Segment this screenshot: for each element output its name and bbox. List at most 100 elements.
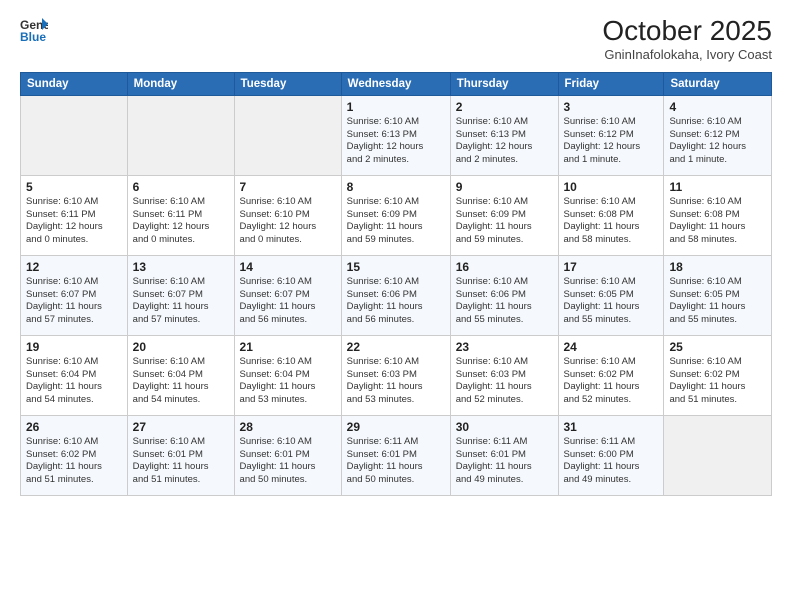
header-tuesday: Tuesday <box>234 72 341 95</box>
day-detail: Sunrise: 6:10 AMSunset: 6:02 PMDaylight:… <box>564 356 659 407</box>
header-friday: Friday <box>558 72 664 95</box>
day-detail: Sunrise: 6:10 AMSunset: 6:08 PMDaylight:… <box>669 196 766 247</box>
header-thursday: Thursday <box>450 72 558 95</box>
day-number: 20 <box>133 340 229 354</box>
day-number: 29 <box>347 420 445 434</box>
day-number: 17 <box>564 260 659 274</box>
day-detail: Sunrise: 6:10 AMSunset: 6:04 PMDaylight:… <box>133 356 229 407</box>
calendar-cell: 30 Sunrise: 6:11 AMSunset: 6:01 PMDayligh… <box>450 415 558 495</box>
day-detail: Sunrise: 6:10 AMSunset: 6:04 PMDaylight:… <box>26 356 122 407</box>
day-detail: Sunrise: 6:10 AMSunset: 6:05 PMDaylight:… <box>564 276 659 327</box>
day-number: 3 <box>564 100 659 114</box>
day-detail: Sunrise: 6:10 AMSunset: 6:09 PMDaylight:… <box>347 196 445 247</box>
day-number: 27 <box>133 420 229 434</box>
location-subtitle: GninInafolokaha, Ivory Coast <box>602 47 772 62</box>
day-detail: Sunrise: 6:10 AMSunset: 6:13 PMDaylight:… <box>456 116 553 167</box>
calendar-cell: 15Sunrise: 6:10 AMSunset: 6:06 PMDayligh… <box>341 255 450 335</box>
day-number: 10 <box>564 180 659 194</box>
day-detail: Sunrise: 6:11 AMSunset: 6:00 PMDaylight:… <box>564 436 659 487</box>
day-number: 21 <box>240 340 336 354</box>
calendar-week-4: 19 Sunrise: 6:10 AMSunset: 6:04 PMDayligh… <box>21 335 772 415</box>
calendar-header: Sunday Monday Tuesday Wednesday Thursday… <box>21 72 772 95</box>
calendar-body: 1 Sunrise: 6:10 AMSunset: 6:13 PMDaylight… <box>21 95 772 495</box>
header-saturday: Saturday <box>664 72 772 95</box>
day-detail: Sunrise: 6:10 AMSunset: 6:11 PMDaylight:… <box>26 196 122 247</box>
day-number: 26 <box>26 420 122 434</box>
day-detail: Sunrise: 6:10 AMSunset: 6:06 PMDaylight:… <box>347 276 445 327</box>
svg-text:Blue: Blue <box>20 30 46 44</box>
calendar-cell: 2Sunrise: 6:10 AMSunset: 6:13 PMDaylight… <box>450 95 558 175</box>
logo: General Blue <box>20 16 48 44</box>
day-detail: Sunrise: 6:10 AMSunset: 6:04 PMDaylight:… <box>240 356 336 407</box>
calendar-cell: 8 Sunrise: 6:10 AMSunset: 6:09 PMDaylight… <box>341 175 450 255</box>
calendar-cell: 5Sunrise: 6:10 AMSunset: 6:11 PMDaylight… <box>21 175 128 255</box>
day-number: 31 <box>564 420 659 434</box>
day-detail: Sunrise: 6:11 AMSunset: 6:01 PMDaylight:… <box>456 436 553 487</box>
day-detail: Sunrise: 6:10 AMSunset: 6:03 PMDaylight:… <box>347 356 445 407</box>
day-detail: Sunrise: 6:11 AMSunset: 6:01 PMDaylight:… <box>347 436 445 487</box>
calendar-week-1: 1 Sunrise: 6:10 AMSunset: 6:13 PMDaylight… <box>21 95 772 175</box>
header-row: Sunday Monday Tuesday Wednesday Thursday… <box>21 72 772 95</box>
day-number: 16 <box>456 260 553 274</box>
day-number: 22 <box>347 340 445 354</box>
day-detail: Sunrise: 6:10 AMSunset: 6:07 PMDaylight:… <box>26 276 122 327</box>
calendar-cell: 25 Sunrise: 6:10 AMSunset: 6:02 PMDayligh… <box>664 335 772 415</box>
calendar-cell: 14 Sunrise: 6:10 AMSunset: 6:07 PMDayligh… <box>234 255 341 335</box>
day-detail: Sunrise: 6:10 AMSunset: 6:08 PMDaylight:… <box>564 196 659 247</box>
calendar-cell: 19 Sunrise: 6:10 AMSunset: 6:04 PMDayligh… <box>21 335 128 415</box>
calendar-week-3: 12 Sunrise: 6:10 AMSunset: 6:07 PMDayligh… <box>21 255 772 335</box>
calendar-cell <box>21 95 128 175</box>
day-number: 8 <box>347 180 445 194</box>
month-title: October 2025 <box>602 16 772 47</box>
day-number: 25 <box>669 340 766 354</box>
calendar-cell: 26 Sunrise: 6:10 AMSunset: 6:02 PMDayligh… <box>21 415 128 495</box>
day-number: 30 <box>456 420 553 434</box>
day-detail: Sunrise: 6:10 AMSunset: 6:02 PMDaylight:… <box>669 356 766 407</box>
calendar-cell: 21 Sunrise: 6:10 AMSunset: 6:04 PMDayligh… <box>234 335 341 415</box>
calendar-cell: 29 Sunrise: 6:11 AMSunset: 6:01 PMDayligh… <box>341 415 450 495</box>
calendar-cell: 20 Sunrise: 6:10 AMSunset: 6:04 PMDayligh… <box>127 335 234 415</box>
day-number: 11 <box>669 180 766 194</box>
day-number: 19 <box>26 340 122 354</box>
calendar-cell: 6Sunrise: 6:10 AMSunset: 6:11 PMDaylight… <box>127 175 234 255</box>
calendar-week-2: 5Sunrise: 6:10 AMSunset: 6:11 PMDaylight… <box>21 175 772 255</box>
header-sunday: Sunday <box>21 72 128 95</box>
day-detail: Sunrise: 6:10 AMSunset: 6:02 PMDaylight:… <box>26 436 122 487</box>
day-detail: Sunrise: 6:10 AMSunset: 6:10 PMDaylight:… <box>240 196 336 247</box>
header: General Blue October 2025 GninInafolokah… <box>20 16 772 62</box>
calendar-cell: 1 Sunrise: 6:10 AMSunset: 6:13 PMDaylight… <box>341 95 450 175</box>
calendar-cell: 23Sunrise: 6:10 AMSunset: 6:03 PMDayligh… <box>450 335 558 415</box>
day-number: 9 <box>456 180 553 194</box>
day-number: 14 <box>240 260 336 274</box>
calendar-cell: 31 Sunrise: 6:11 AMSunset: 6:00 PMDayligh… <box>558 415 664 495</box>
day-number: 4 <box>669 100 766 114</box>
day-detail: Sunrise: 6:10 AMSunset: 6:05 PMDaylight:… <box>669 276 766 327</box>
calendar-cell: 9 Sunrise: 6:10 AMSunset: 6:09 PMDaylight… <box>450 175 558 255</box>
day-detail: Sunrise: 6:10 AMSunset: 6:13 PMDaylight:… <box>347 116 445 167</box>
page: General Blue October 2025 GninInafolokah… <box>0 0 792 612</box>
header-wednesday: Wednesday <box>341 72 450 95</box>
day-number: 24 <box>564 340 659 354</box>
day-detail: Sunrise: 6:10 AMSunset: 6:01 PMDaylight:… <box>133 436 229 487</box>
logo-icon: General Blue <box>20 16 48 44</box>
day-number: 6 <box>133 180 229 194</box>
day-detail: Sunrise: 6:10 AMSunset: 6:12 PMDaylight:… <box>564 116 659 167</box>
calendar-cell: 22 Sunrise: 6:10 AMSunset: 6:03 PMDayligh… <box>341 335 450 415</box>
calendar-cell: 27 Sunrise: 6:10 AMSunset: 6:01 PMDayligh… <box>127 415 234 495</box>
day-detail: Sunrise: 6:10 AMSunset: 6:06 PMDaylight:… <box>456 276 553 327</box>
day-detail: Sunrise: 6:10 AMSunset: 6:01 PMDaylight:… <box>240 436 336 487</box>
calendar-cell: 7Sunrise: 6:10 AMSunset: 6:10 PMDaylight… <box>234 175 341 255</box>
header-monday: Monday <box>127 72 234 95</box>
day-detail: Sunrise: 6:10 AMSunset: 6:12 PMDaylight:… <box>669 116 766 167</box>
calendar-cell: 3 Sunrise: 6:10 AMSunset: 6:12 PMDaylight… <box>558 95 664 175</box>
day-detail: Sunrise: 6:10 AMSunset: 6:07 PMDaylight:… <box>240 276 336 327</box>
calendar-cell: 16 Sunrise: 6:10 AMSunset: 6:06 PMDayligh… <box>450 255 558 335</box>
title-block: October 2025 GninInafolokaha, Ivory Coas… <box>602 16 772 62</box>
day-detail: Sunrise: 6:10 AMSunset: 6:09 PMDaylight:… <box>456 196 553 247</box>
day-number: 1 <box>347 100 445 114</box>
day-number: 12 <box>26 260 122 274</box>
calendar-week-5: 26 Sunrise: 6:10 AMSunset: 6:02 PMDayligh… <box>21 415 772 495</box>
calendar-table: Sunday Monday Tuesday Wednesday Thursday… <box>20 72 772 496</box>
calendar-cell: 12 Sunrise: 6:10 AMSunset: 6:07 PMDayligh… <box>21 255 128 335</box>
day-number: 13 <box>133 260 229 274</box>
